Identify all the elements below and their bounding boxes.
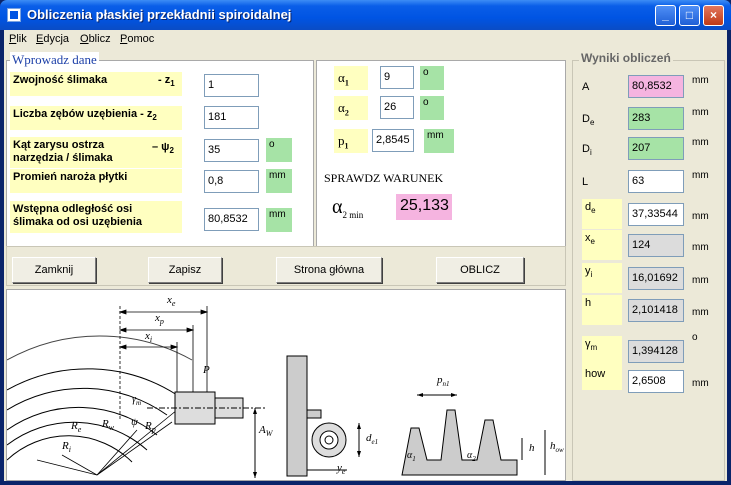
result-value-4[interactable]: 37,33544	[628, 203, 684, 226]
z1-input[interactable]: 1	[204, 74, 259, 97]
close-button[interactable]: Zamknij	[12, 257, 96, 283]
params-group	[316, 60, 566, 273]
result-value-6[interactable]: 16,01692	[628, 267, 684, 290]
result-label-4: de	[582, 199, 622, 229]
results-title: Wyniki obliczeń	[579, 51, 673, 65]
menu-plik[interactable]: Plik	[9, 33, 27, 45]
close-window-button[interactable]: ×	[703, 5, 724, 26]
result-label-1: De	[582, 113, 595, 128]
result-value-9[interactable]: 2,6508	[628, 370, 684, 393]
diagram-label-ye: ye	[337, 462, 346, 477]
result-label-7: h	[582, 295, 622, 325]
result-unit-7: mm	[692, 307, 709, 318]
alpha1-unit: o	[420, 66, 444, 90]
application-window: Obliczenia płaskiej przekładnii spiroida…	[0, 0, 731, 485]
psi2-unit: o	[266, 138, 292, 162]
diagram-label-h: h	[529, 442, 535, 454]
result-value-3[interactable]: 63	[628, 170, 684, 193]
alpha2min-label: α2 min	[332, 196, 364, 220]
input-group-title: Wprowadz dane	[10, 52, 99, 68]
alpha2-input[interactable]: 26	[380, 96, 414, 119]
calculate-button[interactable]: OBLICZ	[436, 257, 524, 283]
z2-input[interactable]: 181	[204, 106, 259, 129]
alpha2min-value: 25,133	[396, 194, 452, 220]
alpha2-unit: o	[420, 96, 444, 120]
diagram-label-rw: Rw	[102, 418, 115, 433]
diagram-label-ri: Ri	[62, 440, 71, 455]
check-condition-label: SPRAWDZ WARUNEK	[324, 171, 444, 185]
app-icon	[7, 8, 21, 22]
result-value-5[interactable]: 124	[628, 234, 684, 257]
diagram-label-p: P	[203, 364, 210, 376]
result-unit-0: mm	[692, 75, 709, 86]
result-unit-2: mm	[692, 137, 709, 148]
radius-input[interactable]: 0,8	[204, 170, 259, 193]
gear-diagram-svg	[6, 306, 546, 478]
client-area: Plik Edycja Oblicz Pomoc Wprowadz dane Z…	[4, 30, 727, 481]
diagram-label-how: how	[550, 440, 564, 455]
technical-diagram: xe xp xi P γm Re Rw ψ Rp Ri AW de1 ye pn…	[6, 289, 566, 481]
z1-label: Zwojność ślimaka - z1	[10, 72, 182, 96]
title-bar[interactable]: Obliczenia płaskiej przekładnii spiroida…	[0, 0, 731, 30]
result-unit-9: mm	[692, 378, 709, 389]
diagram-label-gm: γm	[132, 394, 142, 407]
result-label-6: yi	[582, 263, 622, 293]
result-unit-6: mm	[692, 275, 709, 286]
psi2-input[interactable]: 35	[204, 139, 259, 162]
result-value-2[interactable]: 207	[628, 137, 684, 160]
diagram-label-a2: α2	[467, 450, 476, 463]
diagram-label-psi: ψ	[131, 416, 138, 428]
home-button[interactable]: Strona główna	[276, 257, 382, 283]
alpha1-input[interactable]: 9	[380, 66, 414, 89]
diagram-label-xi: xi	[145, 330, 153, 345]
radius-label: Promień naroża płytki	[10, 169, 182, 193]
result-label-2: Di	[582, 143, 592, 158]
result-unit-4: mm	[692, 211, 709, 222]
radius-unit: mm	[266, 169, 292, 193]
p1-unit: mm	[424, 129, 454, 153]
result-unit-3: mm	[692, 170, 709, 181]
result-value-1[interactable]: 283	[628, 107, 684, 130]
distance-input[interactable]: 80,8532	[204, 208, 259, 231]
diagram-label-de1: de1	[366, 432, 379, 447]
result-value-0[interactable]: 80,8532	[628, 75, 684, 98]
result-value-7[interactable]: 2,101418	[628, 299, 684, 322]
diagram-label-rp: Rp	[145, 420, 156, 435]
diagram-label-pn1: pn1	[437, 374, 450, 389]
diagram-label-xe: xe	[167, 294, 176, 309]
p1-label: p1	[334, 129, 368, 153]
alpha1-label: α1	[334, 66, 368, 90]
diagram-label-a1: α1	[407, 450, 416, 463]
result-label-5: xe	[582, 230, 622, 260]
distance-label: Wstępna odległość osi ślimaka od osi uzę…	[10, 201, 182, 233]
result-value-8[interactable]: 1,394128	[628, 340, 684, 363]
save-button[interactable]: Zapisz	[148, 257, 222, 283]
distance-unit: mm	[266, 208, 292, 232]
maximize-button[interactable]: □	[679, 5, 700, 26]
result-unit-5: mm	[692, 242, 709, 253]
result-unit-1: mm	[692, 107, 709, 118]
diagram-label-re: Re	[71, 420, 82, 435]
diagram-label-xp: xp	[155, 312, 164, 327]
result-unit-8: o	[692, 332, 698, 343]
menu-edycja[interactable]: Edycja	[36, 33, 69, 45]
z2-label: Liczba zębów uzębienia - z2	[10, 106, 182, 130]
minimize-button[interactable]: _	[655, 5, 676, 26]
diagram-label-aw: AW	[259, 424, 273, 439]
window-title: Obliczenia płaskiej przekładnii spiroida…	[27, 7, 292, 22]
result-label-9: how	[582, 366, 622, 390]
menu-oblicz[interactable]: Oblicz	[80, 33, 111, 45]
menu-pomoc[interactable]: Pomoc	[120, 33, 154, 45]
alpha2-label: α2	[334, 96, 368, 120]
result-label-0: A	[582, 81, 590, 93]
psi2-label: Kąt zarysu ostrza narzędzia / ślimaka – …	[10, 137, 182, 168]
result-label-3: L	[582, 176, 589, 188]
menu-bar: Plik Edycja Oblicz Pomoc	[4, 30, 727, 49]
p1-input[interactable]: 2,8545	[372, 129, 414, 152]
